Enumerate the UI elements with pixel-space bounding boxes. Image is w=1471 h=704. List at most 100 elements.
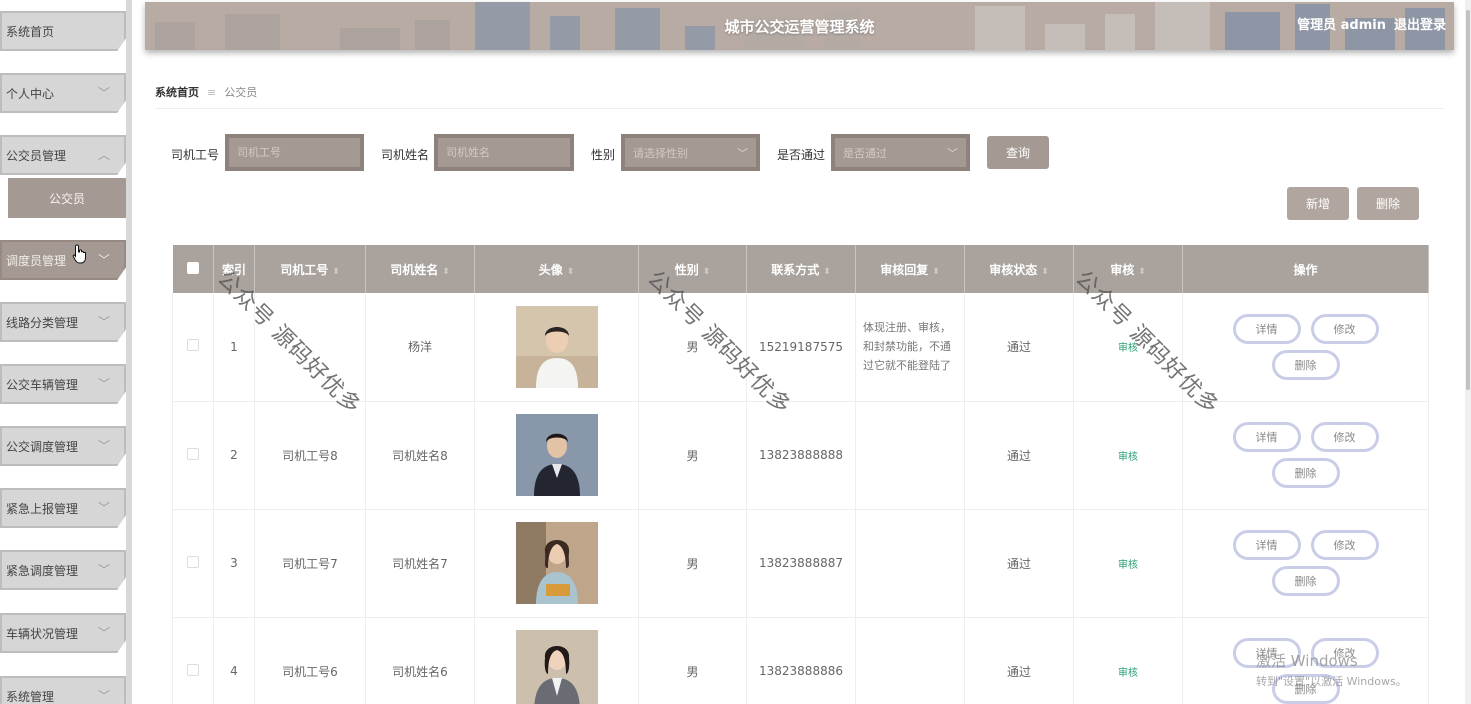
sidebar-item-emergency-dispatch-management[interactable]: 紧急调度管理 ﹀ (0, 550, 126, 590)
sidebar-item-bus-vehicle-management[interactable]: 公交车辆管理 ﹀ (0, 364, 126, 404)
sort-icon[interactable]: ⬍ (703, 267, 711, 277)
page-scrollbar[interactable] (1465, 0, 1471, 704)
row-checkbox[interactable] (187, 555, 199, 568)
column-header-index: 索引 (213, 245, 255, 293)
column-header-audit[interactable]: 审核 ⬍ (1073, 245, 1183, 293)
sidebar-item-system-management[interactable]: 系统管理 ﹀ (0, 676, 126, 704)
cell-avatar (474, 293, 639, 402)
column-header-phone[interactable]: 联系方式 ⬍ (746, 245, 856, 293)
scrollbar-thumb[interactable] (1466, 10, 1470, 390)
cell-avatar (474, 509, 639, 618)
column-header-gender[interactable]: 性别 ⬍ (638, 245, 747, 293)
cell-driver-name: 司机姓名7 (365, 509, 475, 618)
sidebar-item-emergency-report-management[interactable]: 紧急上报管理 ﹀ (0, 488, 126, 528)
cell-avatar (474, 617, 639, 704)
passed-label: 是否通过 (777, 148, 826, 162)
cell-driver-id: 司机工号7 (254, 509, 366, 618)
table-row: 3 司机工号7 司机姓名7 男 13823888887 通过 审核 详情 修改 … (172, 509, 1429, 618)
passed-select[interactable]: 是否通过 ﹀ (831, 134, 970, 171)
sidebar-item-driver-management[interactable]: 公交员管理 ︿ (0, 135, 126, 175)
column-header-driver-id[interactable]: 司机工号 ⬍ (254, 245, 366, 293)
sidebar-subitem-label: 公交员 (48, 191, 85, 206)
driver-id-label: 司机工号 (171, 148, 220, 162)
top-header: 城市公交运营管理系统 管理员 admin 退出登录 (145, 2, 1454, 50)
select-all-cell[interactable] (172, 245, 214, 293)
logout-link[interactable]: 退出登录 (1394, 14, 1446, 33)
audit-link[interactable]: 审核 (1118, 668, 1138, 679)
gender-select[interactable]: 请选择性别 ﹀ (621, 134, 760, 171)
sidebar-item-label: 车辆状况管理 (6, 626, 79, 641)
column-header-reply[interactable]: 审核回复 ⬍ (855, 245, 965, 293)
sidebar-item-personal-center[interactable]: 个人中心 ﹀ (0, 73, 126, 113)
sidebar-item-vehicle-condition-management[interactable]: 车辆状况管理 ﹀ (0, 613, 126, 653)
cell-avatar (474, 401, 639, 510)
table-row: 4 司机工号6 司机姓名6 男 13823888886 通过 审核 详情 修改 … (172, 617, 1429, 704)
select-all-checkbox[interactable] (186, 261, 199, 274)
breadcrumb: 系统首页 ≡ 公交员 (155, 84, 257, 100)
sort-icon[interactable]: ⬍ (1138, 267, 1146, 277)
column-header-operations: 操作 (1182, 245, 1429, 293)
sidebar-item-label: 系统管理 (6, 689, 55, 704)
audit-link[interactable]: 审核 (1118, 452, 1138, 463)
row-checkbox[interactable] (187, 339, 199, 352)
sort-icon[interactable]: ⬍ (567, 267, 575, 277)
delete-button[interactable]: 删除 (1271, 349, 1340, 380)
gender-select-placeholder: 请选择性别 (633, 146, 688, 160)
column-header-avatar[interactable]: 头像 ⬍ (474, 245, 639, 293)
column-header-status[interactable]: 审核状态 ⬍ (964, 245, 1074, 293)
delete-button[interactable]: 删除 (1271, 458, 1340, 488)
chevron-down-icon: ﹀ (97, 377, 110, 391)
sidebar-item-bus-dispatch-management[interactable]: 公交调度管理 ﹀ (0, 426, 126, 466)
table-row: 2 司机工号8 司机姓名8 男 13823888888 通过 审核 详情 修改 … (172, 401, 1429, 510)
audit-link[interactable]: 审核 (1118, 560, 1138, 571)
cell-driver-name: 司机姓名6 (365, 617, 475, 704)
edit-button[interactable]: 修改 (1310, 422, 1379, 452)
cell-gender: 男 (638, 293, 747, 402)
sort-icon[interactable]: ⬍ (932, 267, 940, 277)
chevron-down-icon: ﹀ (97, 439, 110, 453)
column-header-driver-name[interactable]: 司机姓名 ⬍ (365, 245, 475, 293)
edit-button[interactable]: 修改 (1310, 313, 1379, 344)
sort-icon[interactable]: ⬍ (1041, 267, 1049, 277)
audit-link[interactable]: 审核 (1118, 343, 1138, 354)
sidebar-item-label: 紧急调度管理 (6, 563, 79, 578)
current-user: 管理员 admin (1297, 17, 1386, 33)
row-checkbox[interactable] (187, 663, 199, 676)
driver-name-label: 司机姓名 (381, 148, 430, 162)
delete-button[interactable]: 删除 (1271, 566, 1340, 596)
edit-button[interactable]: 修改 (1310, 530, 1379, 560)
cell-phone: 13823888887 (746, 509, 856, 618)
detail-button[interactable]: 详情 (1232, 638, 1301, 668)
row-checkbox[interactable] (187, 447, 199, 460)
sort-icon[interactable]: ⬍ (823, 267, 831, 277)
row-operations: 详情 修改 删除 (1183, 638, 1428, 704)
driver-name-input[interactable] (434, 134, 574, 171)
gender-label: 性别 (591, 148, 616, 162)
sidebar-item-label: 个人中心 (6, 86, 55, 101)
header-user-area: 管理员 admin 退出登录 (1297, 2, 1446, 44)
sidebar-item-dispatcher-management[interactable]: 调度员管理 ﹀ (0, 240, 126, 280)
detail-button[interactable]: 详情 (1232, 530, 1301, 560)
sidebar-subitem-driver[interactable]: 公交员 (8, 178, 126, 218)
detail-button[interactable]: 详情 (1232, 313, 1301, 344)
driver-id-input[interactable] (225, 134, 364, 171)
sidebar-item-home[interactable]: 系统首页 (0, 11, 126, 51)
sidebar-item-route-category-management[interactable]: 线路分类管理 ﹀ (0, 302, 126, 342)
sort-icon[interactable]: ⬍ (442, 267, 450, 277)
query-button[interactable]: 查询 (987, 136, 1049, 169)
sort-icon[interactable]: ⬍ (332, 267, 340, 277)
row-operations: 详情 修改 删除 (1183, 530, 1428, 596)
sidebar-item-label: 线路分类管理 (6, 315, 79, 330)
avatar (515, 522, 598, 604)
table-header-row: 索引 司机工号 ⬍ 司机姓名 ⬍ 头像 ⬍ 性别 ⬍ 联系方式 ⬍ 审核回复 ⬍ 审核状态 ⬍… (172, 245, 1429, 293)
chevron-down-icon: ﹀ (97, 86, 110, 100)
cell-index: 1 (213, 293, 255, 402)
detail-button[interactable]: 详情 (1232, 422, 1301, 452)
add-button[interactable]: 新增 (1287, 187, 1349, 220)
breadcrumb-home[interactable]: 系统首页 (155, 84, 199, 100)
sidebar-item-label: 紧急上报管理 (6, 501, 79, 516)
edit-button[interactable]: 修改 (1310, 638, 1379, 668)
batch-delete-button[interactable]: 删除 (1357, 187, 1419, 220)
cell-gender: 男 (638, 617, 747, 704)
delete-button[interactable]: 删除 (1271, 674, 1340, 704)
